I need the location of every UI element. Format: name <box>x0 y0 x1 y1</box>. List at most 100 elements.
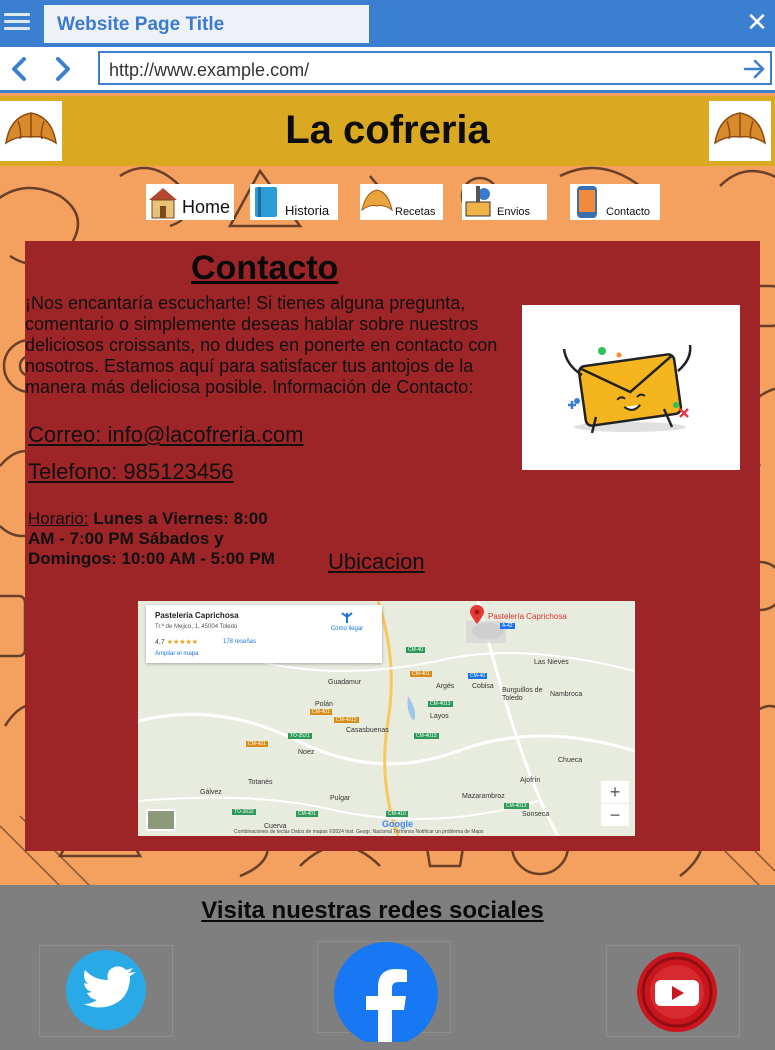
email-link[interactable]: Correo: info@lacofreria.com <box>28 422 303 448</box>
address-bar[interactable]: http://www.example.com/ <box>98 51 772 85</box>
town-label: Noez <box>298 749 315 756</box>
road-sign: CM-401 <box>296 811 318 817</box>
house-icon <box>146 184 180 220</box>
road-sign: CM-401 <box>410 671 432 677</box>
youtube-icon <box>637 952 717 1032</box>
town-label: Las Nieves <box>534 659 569 666</box>
browser-tab[interactable]: Website Page Title <box>44 5 369 43</box>
directions-link[interactable]: Cómo llegar <box>318 612 376 632</box>
nav-item-contacto[interactable]: Contacto <box>570 184 660 220</box>
social-heading: Visita nuestras redes sociales <box>201 897 544 924</box>
phone-icon <box>570 184 604 220</box>
contact-intro: ¡Nos encantaría escucharte! Si tienes al… <box>25 293 498 397</box>
close-icon[interactable]: ✕ <box>742 4 772 40</box>
town-label: Casasbuenas <box>346 727 389 734</box>
nav-item-recetas[interactable]: Recetas <box>360 184 443 220</box>
place-rating: 4,7 ★★★★★ <box>155 638 198 646</box>
town-label: Sonseca <box>522 811 550 818</box>
forward-arrow-icon[interactable] <box>48 53 78 85</box>
place-name: Pastelería Caprichosa <box>155 611 239 620</box>
rating-stars: ★★★★★ <box>166 639 199 646</box>
twitter-button[interactable] <box>39 945 173 1037</box>
reviews-link[interactable]: 178 reseñas <box>223 639 256 645</box>
town-label: Cobisa <box>472 683 494 690</box>
facebook-button[interactable] <box>317 941 451 1046</box>
road-sign: CM-40 <box>406 647 426 653</box>
town-label: Guadamur <box>328 679 362 686</box>
youtube-button[interactable] <box>606 945 740 1037</box>
town-label: Gálvez <box>200 789 222 796</box>
road-sign: CM-4013 <box>334 717 359 723</box>
nav-label-envios: Envios <box>497 206 531 218</box>
town-label: Chueca <box>558 757 583 764</box>
road-sign: CM-401 <box>246 741 268 747</box>
browser-tab-bar: Website Page Title ✕ <box>0 0 775 47</box>
town-label: Pulgar <box>330 795 351 802</box>
browser-nav-bar: http://www.example.com/ <box>0 47 775 93</box>
town-label: Layos <box>430 713 449 720</box>
nav-label-recetas: Recetas <box>395 206 436 218</box>
web-page: La cofreria Home Historia Recetas Envios… <box>0 96 775 1050</box>
croissant-icon <box>713 112 767 145</box>
pin-label: Pastelería Caprichosa <box>488 612 567 621</box>
delivery-icon <box>462 184 496 220</box>
go-arrow-icon[interactable] <box>742 56 766 82</box>
location-heading: Ubicacion <box>328 549 425 574</box>
map-pin-icon[interactable] <box>470 605 484 625</box>
twitter-icon <box>66 950 146 1030</box>
place-info-card: Pastelería Caprichosa Tr.ª de Mejico, 1,… <box>146 605 382 663</box>
map-footer: Combinaciones de teclas Datos de mapas ©… <box>234 829 484 835</box>
town-label: Polán <box>315 701 333 708</box>
zoom-in-button[interactable]: + <box>601 781 629 803</box>
nav-label-contacto: Contacto <box>606 206 651 218</box>
facebook-icon <box>334 942 438 1046</box>
road-sign: A-42 <box>500 623 515 629</box>
nav-label-historia: Historia <box>285 203 330 218</box>
town-label: Argés <box>436 683 455 690</box>
google-logo: Google <box>382 819 413 829</box>
road-sign: CM-4013 <box>504 803 529 809</box>
town-label: Ajofrín <box>520 777 541 784</box>
town-label: Totanés <box>248 779 273 786</box>
hours-label: Horario: <box>28 509 89 528</box>
book-icon <box>250 184 284 220</box>
phone-link[interactable]: Telefono: 985123456 <box>28 459 234 485</box>
satellite-toggle[interactable] <box>146 809 176 831</box>
town-label: Nambroca <box>550 691 583 698</box>
contact-panel: Contacto ¡Nos encantaría escucharte! Si … <box>25 241 760 851</box>
main-nav: Home Historia Recetas Envios Contacto <box>0 184 775 220</box>
road-sign: CM-40 <box>468 673 488 679</box>
town-label: Mazarambroz <box>462 793 505 800</box>
town-label: Burguillos de Toledo <box>502 687 543 702</box>
url-text: http://www.example.com/ <box>109 60 310 80</box>
road-sign: TO-3632 <box>232 809 256 815</box>
rating-value: 4,7 <box>155 639 165 646</box>
road-sign: CM-401 <box>310 709 332 715</box>
happy-envelope-image <box>522 305 740 470</box>
road-sign: TO-3521 <box>288 733 312 739</box>
nav-item-envios[interactable]: Envios <box>462 184 547 220</box>
envelope-icon <box>562 344 692 434</box>
google-map-embed[interactable]: Pastelería Caprichosa Tr.ª de Mejico, 1,… <box>138 601 635 836</box>
croissant-menu-icon <box>360 184 394 220</box>
back-arrow-icon[interactable] <box>4 53 34 85</box>
road-sign: CM-4013 <box>414 733 439 739</box>
contact-heading: Contacto <box>191 249 339 287</box>
site-header: La cofreria <box>0 96 775 166</box>
road-sign: CM-4013 <box>428 701 453 707</box>
directions-label: Cómo llegar <box>330 626 364 632</box>
nav-item-home[interactable]: Home <box>146 184 234 220</box>
place-address: Tr.ª de Mejico, 1, 45004 Toledo <box>155 624 238 630</box>
nav-label-home: Home <box>182 197 231 217</box>
croissant-logo-right <box>709 101 771 161</box>
site-title: La cofreria <box>285 108 490 152</box>
social-footer: Visita nuestras redes sociales <box>0 885 775 1050</box>
directions-icon <box>341 612 353 623</box>
zoom-out-button[interactable]: − <box>601 804 629 826</box>
nav-item-historia[interactable]: Historia <box>250 184 338 220</box>
tab-title: Website Page Title <box>57 14 225 35</box>
opening-hours: Horario: Lunes a Viernes: 8:00 AM - 7:00… <box>28 509 283 569</box>
road-sign: CM-410 <box>386 811 408 817</box>
enlarge-map-link[interactable]: Ampliar el mapa <box>155 651 198 657</box>
hamburger-menu-icon[interactable] <box>4 10 30 34</box>
